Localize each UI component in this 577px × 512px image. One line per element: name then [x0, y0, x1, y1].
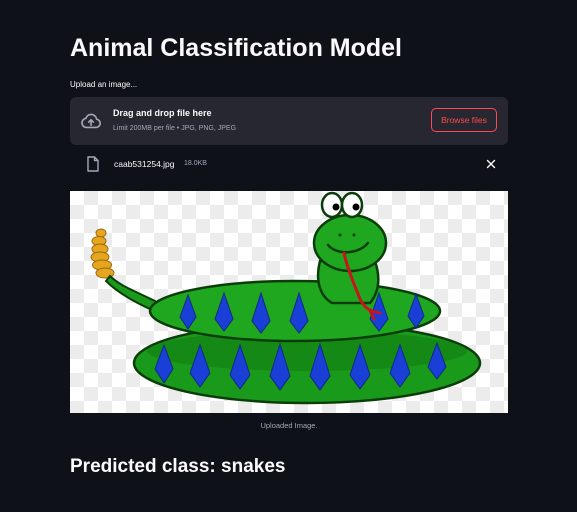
dropzone-instruction: Drag and drop file here [113, 108, 212, 118]
uploaded-file-row: caab531254.jpg 18.0KB [70, 150, 508, 178]
file-name: caab531254.jpg [114, 159, 175, 169]
browse-files-button[interactable]: Browse files [431, 108, 497, 132]
file-dropzone[interactable]: Drag and drop file here Limit 200MB per … [70, 97, 508, 145]
uploaded-image [70, 191, 508, 413]
page-title: Animal Classification Model [70, 34, 403, 62]
close-icon[interactable] [485, 158, 497, 170]
file-size: 18.0KB [184, 160, 207, 167]
dropzone-limit-text: Limit 200MB per file • JPG, PNG, JPEG [113, 125, 237, 132]
app-page: Animal Classification Model Upload an im… [0, 0, 577, 512]
image-caption: Uploaded Image. [260, 421, 318, 430]
file-icon [87, 156, 99, 172]
rattle-icon [90, 228, 115, 279]
snake-illustration [90, 191, 482, 405]
cloud-upload-icon [81, 113, 101, 129]
prediction-result: Predicted class: snakes [70, 456, 286, 477]
upload-label: Upload an image... [70, 80, 138, 89]
